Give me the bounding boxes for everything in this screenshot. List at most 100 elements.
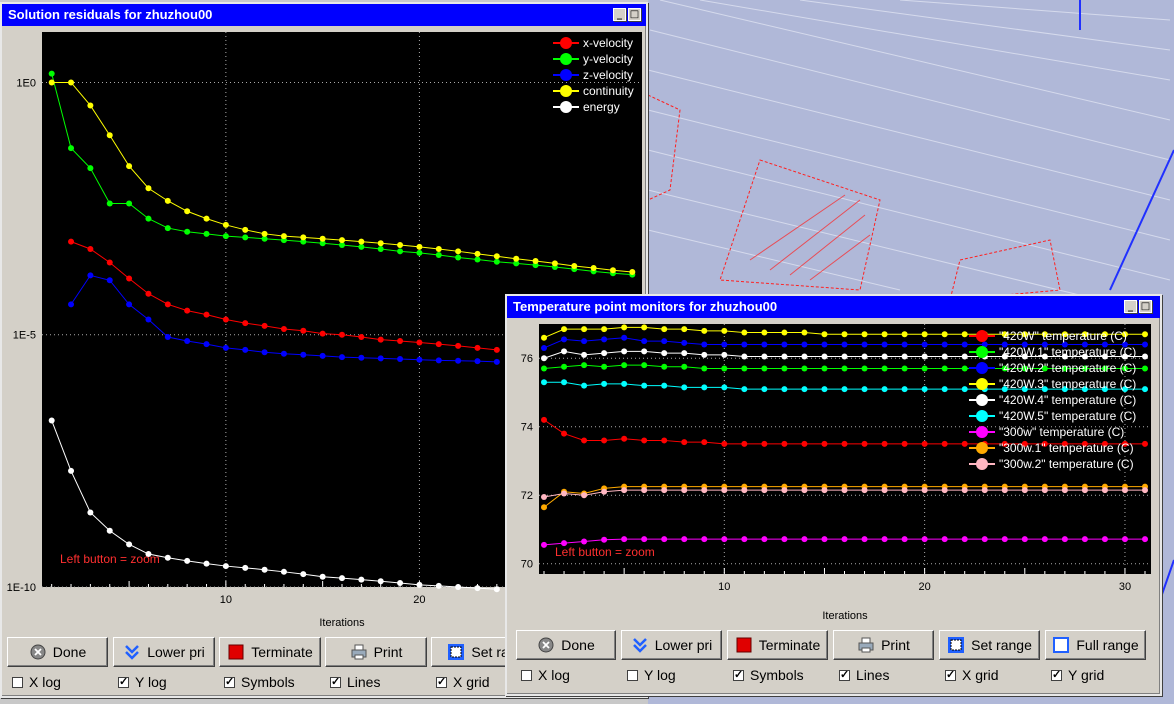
data-point [184,338,191,345]
data-point [801,386,808,393]
close-circle-icon [537,636,555,654]
data-point [821,353,828,360]
data-point [661,338,668,345]
data-point [661,326,668,333]
temperature-plot[interactable]: 10 20 30 76 74 72 70 "420W" temperature (C) "420… [507,320,1156,628]
data-point [881,487,888,494]
data-point [841,331,848,338]
print-button[interactable]: Print [325,637,427,667]
x-tick-label: 10 [718,581,730,593]
data-point [1141,341,1148,348]
symbols-label: Symbols [241,674,295,690]
data-point [761,440,768,447]
data-point [474,358,481,365]
done-button[interactable]: Done [7,637,108,667]
data-point [435,357,442,364]
zoom-hint: Left button = zoom [555,545,655,559]
minimize-button[interactable]: _ [613,8,626,21]
double-chevron-down-icon [631,636,649,654]
data-point [801,487,808,494]
data-point [87,272,94,279]
data-point [801,353,808,360]
data-point [397,356,404,363]
legend-label: "420W.3" temperature (C) [999,377,1136,391]
terminate-button[interactable]: Terminate [727,630,828,660]
data-point [561,336,568,343]
maximize-button[interactable]: □ [1139,300,1152,313]
data-point [455,254,462,261]
data-point [641,382,648,389]
legend-marker [560,69,572,81]
data-point [681,536,688,543]
range-frame-icon [947,636,965,654]
xgrid-checkbox[interactable]: ✓ X grid [436,673,490,691]
data-point [981,536,988,543]
x-tick-label: 10 [220,594,232,606]
data-point [881,440,888,447]
data-point [1101,536,1108,543]
data-point [629,269,636,276]
data-point [261,349,268,356]
data-point [300,351,307,358]
terminate-button[interactable]: Terminate [219,637,321,667]
data-point [921,536,928,543]
data-point [921,440,928,447]
data-point [1141,536,1148,543]
lower-priority-button[interactable]: Lower pri [621,630,722,660]
data-point [721,327,728,334]
set-range-label: Set range [971,637,1032,653]
minimize-button[interactable]: _ [1124,300,1137,313]
maximize-button[interactable]: □ [628,8,641,21]
data-point [801,365,808,372]
data-point [941,536,948,543]
ylog-checkbox[interactable]: Y log [627,666,676,684]
data-point [961,331,968,338]
xlog-checkbox[interactable]: X log [12,673,61,691]
full-range-button[interactable]: Full range [1045,630,1146,660]
data-point [621,380,628,387]
printer-icon [857,636,875,654]
data-point [339,237,345,244]
xlog-checkbox[interactable]: X log [521,666,570,684]
data-point [358,238,365,245]
data-point [781,341,788,348]
x-axis-label: Iterations [319,617,365,629]
data-point [339,575,345,582]
symbols-checkbox[interactable]: ✓ Symbols [733,666,804,684]
data-point [661,350,668,357]
lines-checkbox[interactable]: ✓ Lines [330,673,380,691]
data-point [455,342,462,349]
symbols-checkbox[interactable]: ✓ Symbols [224,673,295,691]
data-point [1141,440,1148,447]
data-point [741,536,748,543]
ylog-checkbox[interactable]: ✓ Y log [118,673,167,691]
legend-label: z-velocity [583,68,633,82]
data-point [106,132,113,139]
data-point [861,386,868,393]
data-point [164,197,171,204]
data-point [841,386,848,393]
xgrid-checkbox[interactable]: ✓ X grid [945,666,999,684]
data-point [961,440,968,447]
ygrid-checkbox[interactable]: ✓ Y grid [1051,666,1104,684]
data-point [1141,487,1148,494]
data-point [474,585,481,592]
data-point [841,353,848,360]
done-button[interactable]: Done [516,630,616,660]
data-point [416,339,423,346]
data-point [781,386,788,393]
data-point [541,493,548,500]
lower-priority-button[interactable]: Lower pri [113,637,215,667]
data-point [280,350,287,357]
data-point [741,440,748,447]
print-button[interactable]: Print [833,630,934,660]
data-point [377,240,384,247]
lines-checkbox[interactable]: ✓ Lines [839,666,889,684]
set-range-button[interactable]: Set range [939,630,1040,660]
data-point [721,440,728,447]
data-point [435,246,442,253]
data-point [701,536,708,543]
legend-marker [976,410,988,422]
data-point [841,440,848,447]
data-point [561,326,568,333]
